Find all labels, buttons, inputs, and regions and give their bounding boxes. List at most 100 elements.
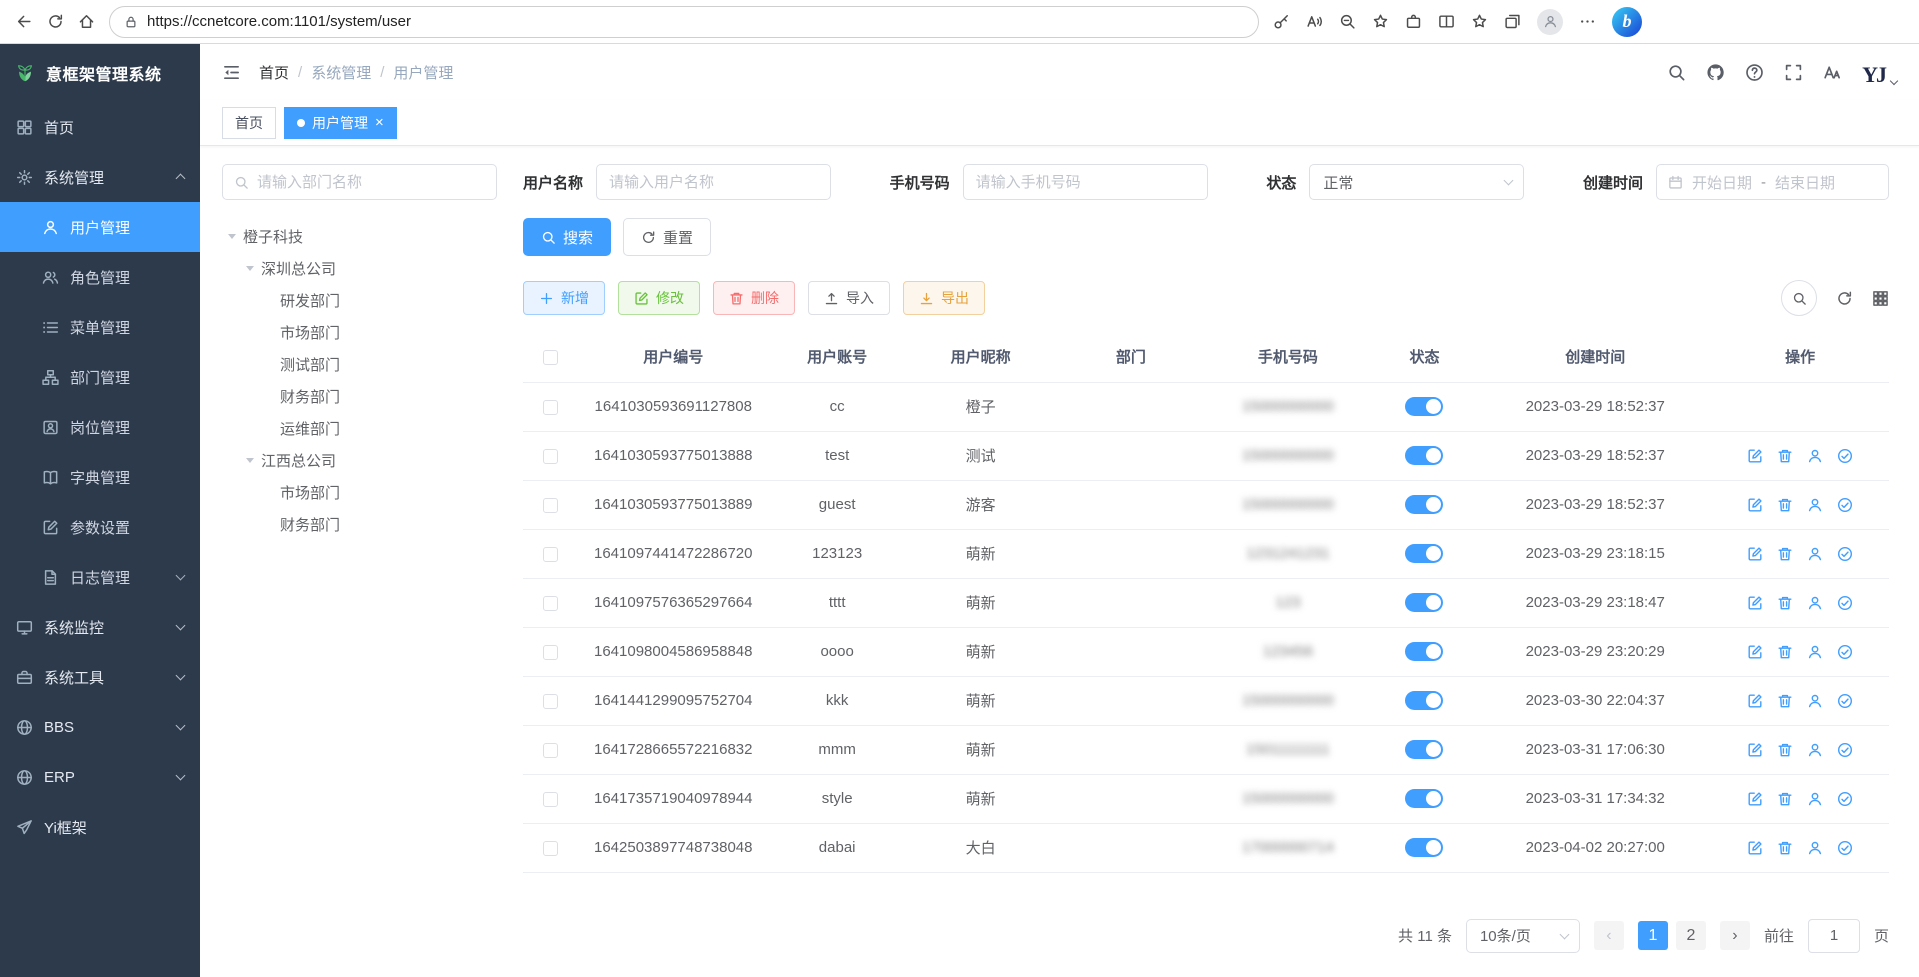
fullscreen-icon[interactable] [1784,63,1803,82]
department-search-input[interactable] [257,174,485,191]
row-user-icon[interactable] [1807,840,1823,856]
row-user-icon[interactable] [1807,791,1823,807]
tree-node[interactable]: 测试部门 [222,348,497,380]
row-edit-icon[interactable] [1747,448,1763,464]
user-avatar[interactable]: YJ [1862,56,1897,88]
font-size-icon[interactable] [1823,63,1842,82]
reset-button[interactable]: 重置 [623,218,711,256]
sidebar-item-menu-mgmt[interactable]: 菜单管理 [0,302,200,352]
row-edit-icon[interactable] [1747,791,1763,807]
row-checkbox[interactable] [543,841,558,856]
row-delete-icon[interactable] [1777,693,1793,709]
phone-input[interactable] [963,164,1208,200]
row-delete-icon[interactable] [1777,791,1793,807]
row-checkbox[interactable] [543,694,558,709]
row-edit-icon[interactable] [1747,693,1763,709]
split-screen-icon[interactable] [1438,13,1455,30]
help-icon[interactable] [1745,63,1764,82]
row-checkbox[interactable] [543,645,558,660]
sidebar-item-home[interactable]: 首页 [0,102,200,152]
row-edit-icon[interactable] [1747,840,1763,856]
github-icon[interactable] [1706,63,1725,82]
status-toggle[interactable] [1405,446,1443,465]
sidebar-item-erp[interactable]: ERP [0,752,200,802]
extensions-icon[interactable] [1405,13,1422,30]
close-icon[interactable]: × [375,115,384,130]
row-checkbox[interactable] [543,449,558,464]
date-range-picker[interactable]: 开始日期 - 结束日期 [1656,164,1889,200]
row-verify-icon[interactable] [1837,742,1853,758]
breadcrumb-home[interactable]: 首页 [259,62,289,83]
add-button[interactable]: 新增 [523,281,605,315]
row-checkbox[interactable] [543,498,558,513]
tree-node[interactable]: 市场部门 [222,316,497,348]
row-checkbox[interactable] [543,792,558,807]
row-user-icon[interactable] [1807,448,1823,464]
import-button[interactable]: 导入 [808,281,890,315]
page-button-1[interactable]: 1 [1638,921,1668,950]
export-button[interactable]: 导出 [903,281,985,315]
page-size-select[interactable]: 10条/页 [1466,919,1580,953]
sidebar-item-param-settings[interactable]: 参数设置 [0,502,200,552]
page-button-2[interactable]: 2 [1676,921,1706,950]
row-edit-icon[interactable] [1747,595,1763,611]
search-icon[interactable] [1667,63,1686,82]
row-delete-icon[interactable] [1777,840,1793,856]
row-edit-icon[interactable] [1747,497,1763,513]
sidebar-item-dict-mgmt[interactable]: 字典管理 [0,452,200,502]
sidebar-item-user-mgmt[interactable]: 用户管理 [0,202,200,252]
favorites-add-icon[interactable] [1372,13,1389,30]
row-user-icon[interactable] [1807,644,1823,660]
row-checkbox[interactable] [543,596,558,611]
sidebar-item-system-monitor[interactable]: 系统监控 [0,602,200,652]
row-delete-icon[interactable] [1777,595,1793,611]
row-checkbox[interactable] [543,743,558,758]
row-verify-icon[interactable] [1837,693,1853,709]
status-select[interactable]: 正常 [1309,164,1524,200]
browser-profile-avatar[interactable] [1537,9,1563,35]
address-bar[interactable]: https://ccnetcore.com:1101/system/user [109,6,1259,38]
sidebar-item-post-mgmt[interactable]: 岗位管理 [0,402,200,452]
row-edit-icon[interactable] [1747,546,1763,562]
tree-node[interactable]: 运维部门 [222,412,497,444]
sidebar-item-log-mgmt[interactable]: 日志管理 [0,552,200,602]
row-user-icon[interactable] [1807,595,1823,611]
sidebar-item-yi-framework[interactable]: Yi框架 [0,802,200,852]
row-user-icon[interactable] [1807,742,1823,758]
row-edit-icon[interactable] [1747,742,1763,758]
tree-node[interactable]: 财务部门 [222,380,497,412]
favorites-bar-icon[interactable] [1471,13,1488,30]
goto-page-input[interactable] [1808,919,1860,953]
reload-icon[interactable] [47,13,64,30]
tree-node[interactable]: 市场部门 [222,476,497,508]
read-aloud-icon[interactable] [1306,13,1323,30]
tree-node[interactable]: 财务部门 [222,508,497,540]
username-input[interactable] [596,164,831,200]
row-verify-icon[interactable] [1837,546,1853,562]
row-verify-icon[interactable] [1837,840,1853,856]
search-button[interactable]: 搜索 [523,218,611,256]
back-icon[interactable] [16,13,33,30]
row-checkbox[interactable] [543,547,558,562]
bing-copilot-icon[interactable]: b [1612,7,1642,37]
status-toggle[interactable] [1405,642,1443,661]
row-verify-icon[interactable] [1837,448,1853,464]
home-icon[interactable] [78,13,95,30]
password-key-icon[interactable] [1273,13,1290,30]
sidebar-item-system-tools[interactable]: 系统工具 [0,652,200,702]
row-verify-icon[interactable] [1837,791,1853,807]
row-user-icon[interactable] [1807,546,1823,562]
tab-home[interactable]: 首页 [222,107,276,139]
collections-icon[interactable] [1504,13,1521,30]
sidebar-item-dept-mgmt[interactable]: 部门管理 [0,352,200,402]
tree-node[interactable]: 橙子科技 [222,220,497,252]
row-delete-icon[interactable] [1777,497,1793,513]
row-delete-icon[interactable] [1777,742,1793,758]
row-checkbox[interactable] [543,400,558,415]
status-toggle[interactable] [1405,593,1443,612]
row-delete-icon[interactable] [1777,644,1793,660]
status-toggle[interactable] [1405,544,1443,563]
tab-user-management[interactable]: 用户管理 × [284,107,397,139]
row-delete-icon[interactable] [1777,546,1793,562]
status-toggle[interactable] [1405,691,1443,710]
